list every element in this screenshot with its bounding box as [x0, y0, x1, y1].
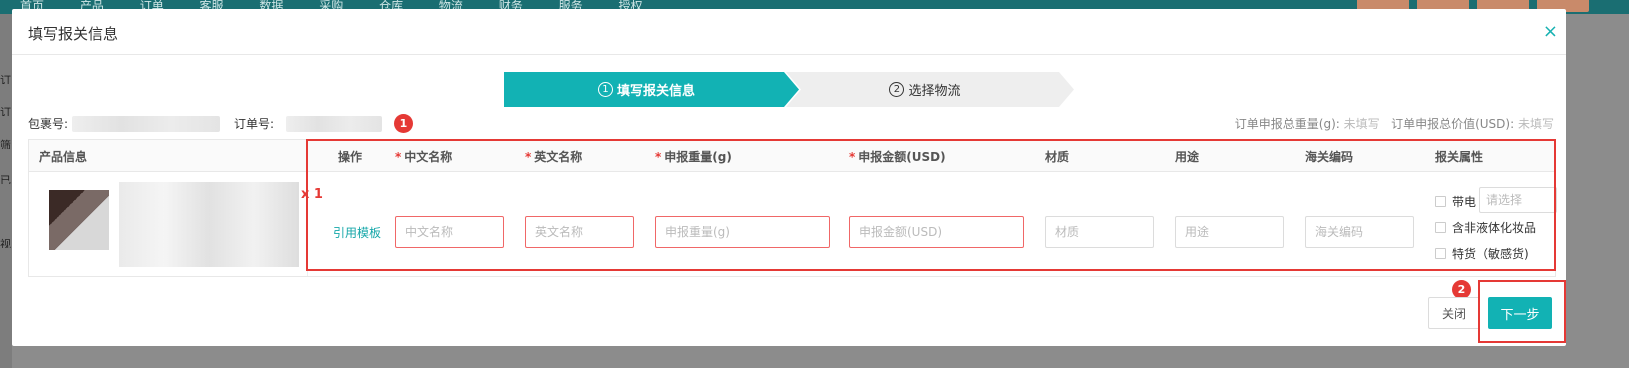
total-weight-label: 订单申报总重量(g):: [1234, 117, 1340, 131]
bg-left-glyph: 已: [0, 174, 11, 184]
modal-header: 填写报关信息 ×: [12, 9, 1566, 55]
product-thumbnail: [49, 190, 109, 250]
total-weight-value: 未填写: [1343, 117, 1380, 131]
step-number: 1: [597, 82, 613, 97]
close-icon[interactable]: ×: [1543, 21, 1558, 42]
step-label: 填写报关信息: [616, 84, 695, 99]
order-number-redacted: [286, 116, 382, 132]
product-info-redacted: [119, 182, 299, 267]
background-bottom-panel: [12, 346, 1629, 368]
step-select-logistics[interactable]: 2 选择物流: [786, 72, 1074, 107]
bg-left-glyph: 订: [0, 74, 11, 84]
header-product: 产品信息: [39, 150, 88, 164]
order-summary: 订单申报总重量(g): 未填写 订单申报总价值(USD): 未填写: [1235, 115, 1554, 132]
package-number-label: 包裹号:: [28, 117, 69, 131]
total-value-value: 未填写: [1517, 117, 1554, 131]
step-fill-customs[interactable]: 1 填写报关信息: [504, 72, 799, 107]
bg-left-glyph: 订: [0, 106, 11, 116]
total-value-label: 订单申报总价值(USD):: [1391, 117, 1515, 131]
annotation-frame-table: [306, 139, 1556, 271]
step-number: 2: [889, 82, 905, 97]
order-info-row: 包裹号: 订单号: 1 订单申报总重量(g): 未填写 订单申报总价值(USD)…: [28, 114, 1554, 133]
order-number-label: 订单号:: [234, 117, 275, 131]
background-right-panel: [1566, 14, 1629, 368]
close-button[interactable]: 关闭: [1428, 297, 1480, 329]
modal-title: 填写报关信息: [28, 25, 119, 43]
bg-left-glyph: 筛: [0, 139, 11, 149]
step-label: 选择物流: [908, 84, 961, 99]
annotation-frame-next: [1478, 280, 1566, 343]
package-number-redacted: [72, 116, 220, 132]
background-left-panel: 订 订 筛 已 视: [0, 14, 12, 368]
annotation-badge-1: 1: [394, 114, 413, 133]
bg-left-glyph: 视: [0, 238, 11, 248]
